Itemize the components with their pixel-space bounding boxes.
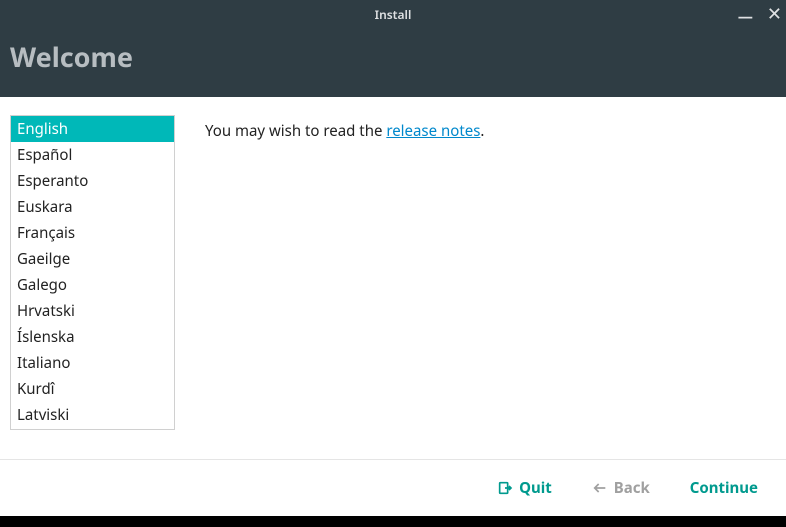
titlebar: Install — ✕ [0,0,786,28]
language-item[interactable]: Hrvatski [11,298,174,324]
language-item[interactable]: Français [11,220,174,246]
language-item[interactable]: Galego [11,272,174,298]
intro-prefix: You may wish to read the [205,121,386,141]
continue-label: Continue [690,478,758,498]
back-arrow-icon [592,480,608,496]
quit-label: Quit [519,478,552,498]
quit-button[interactable]: Quit [497,478,552,498]
language-item[interactable]: English [11,116,174,142]
page-title: Welcome [10,38,776,75]
header: Welcome [0,28,786,97]
language-item[interactable]: Gaeilge [11,246,174,272]
language-item[interactable]: Español [11,142,174,168]
language-item[interactable]: Íslenska [11,324,174,350]
back-label: Back [614,478,650,498]
language-item[interactable]: Euskara [11,194,174,220]
intro-suffix: . [480,121,484,141]
back-button: Back [592,478,650,498]
intro-text: You may wish to read the release notes. [205,121,776,141]
quit-icon [497,480,513,496]
continue-button[interactable]: Continue [690,478,758,498]
language-item[interactable]: Latviski [11,402,174,428]
footer: Quit Back Continue [0,459,786,516]
content-area: You may wish to read the release notes. [205,115,776,449]
minimize-icon[interactable]: — [738,10,753,25]
release-notes-link[interactable]: release notes [386,121,480,141]
language-item[interactable]: Esperanto [11,168,174,194]
language-list[interactable]: EnglishEspañolEsperantoEuskaraFrançaisGa… [10,115,175,430]
window-title: Install [375,6,412,23]
language-item[interactable]: Kurdî [11,376,174,402]
close-icon[interactable]: ✕ [767,5,782,23]
language-item[interactable]: Italiano [11,350,174,376]
